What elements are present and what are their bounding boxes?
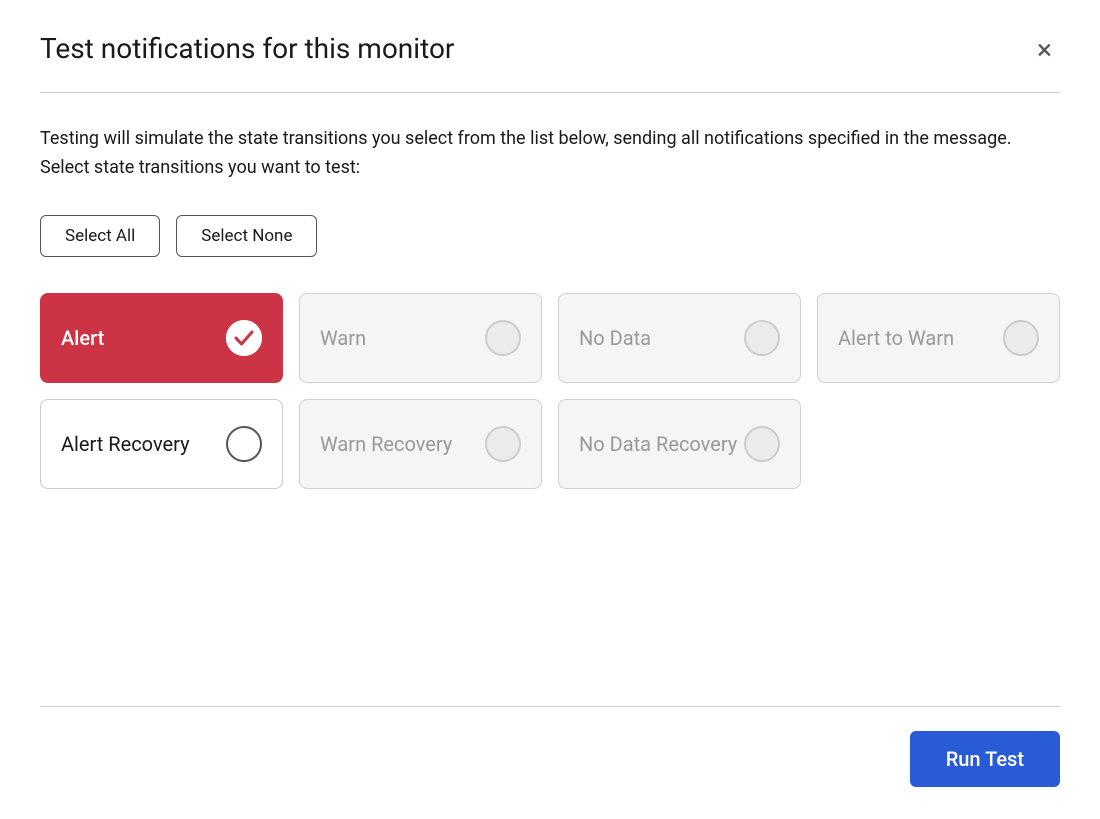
- select-none-button[interactable]: Select None: [176, 215, 317, 257]
- option-alert[interactable]: Alert: [40, 293, 283, 383]
- options-row-1: Alert Warn No Data Alert to Warn: [40, 293, 1060, 383]
- option-alert-recovery-radio: [226, 426, 262, 462]
- option-alert-check: [226, 320, 262, 356]
- option-alert-to-warn-label: Alert to Warn: [838, 325, 954, 351]
- option-no-data-recovery-radio: [744, 426, 780, 462]
- option-warn-label: Warn: [320, 325, 366, 351]
- option-warn[interactable]: Warn: [299, 293, 542, 383]
- option-alert-recovery-label: Alert Recovery: [61, 431, 190, 457]
- option-alert-to-warn-radio: [1003, 320, 1039, 356]
- header-divider: [40, 92, 1060, 93]
- run-test-button[interactable]: Run Test: [910, 731, 1060, 787]
- option-warn-radio: [485, 320, 521, 356]
- modal-footer: Run Test: [40, 706, 1060, 787]
- option-warn-recovery-label: Warn Recovery: [320, 431, 452, 457]
- option-alert-to-warn[interactable]: Alert to Warn: [817, 293, 1060, 383]
- selection-buttons: Select All Select None: [40, 215, 1060, 257]
- modal-title: Test notifications for this monitor: [40, 32, 454, 66]
- select-all-button[interactable]: Select All: [40, 215, 160, 257]
- option-no-data-radio: [744, 320, 780, 356]
- modal-container: Test notifications for this monitor × Te…: [0, 0, 1100, 819]
- option-alert-label: Alert: [61, 325, 104, 351]
- option-no-data[interactable]: No Data: [558, 293, 801, 383]
- option-alert-recovery[interactable]: Alert Recovery: [40, 399, 283, 489]
- option-warn-recovery-radio: [485, 426, 521, 462]
- modal-header: Test notifications for this monitor ×: [40, 32, 1060, 68]
- option-no-data-recovery-label: No Data Recovery: [579, 431, 737, 457]
- options-row-2: Alert Recovery Warn Recovery No Data Rec…: [40, 399, 1060, 489]
- close-button[interactable]: ×: [1029, 32, 1060, 68]
- option-warn-recovery[interactable]: Warn Recovery: [299, 399, 542, 489]
- option-no-data-recovery[interactable]: No Data Recovery: [558, 399, 801, 489]
- description-text: Testing will simulate the state transiti…: [40, 125, 1040, 183]
- option-no-data-label: No Data: [579, 325, 651, 351]
